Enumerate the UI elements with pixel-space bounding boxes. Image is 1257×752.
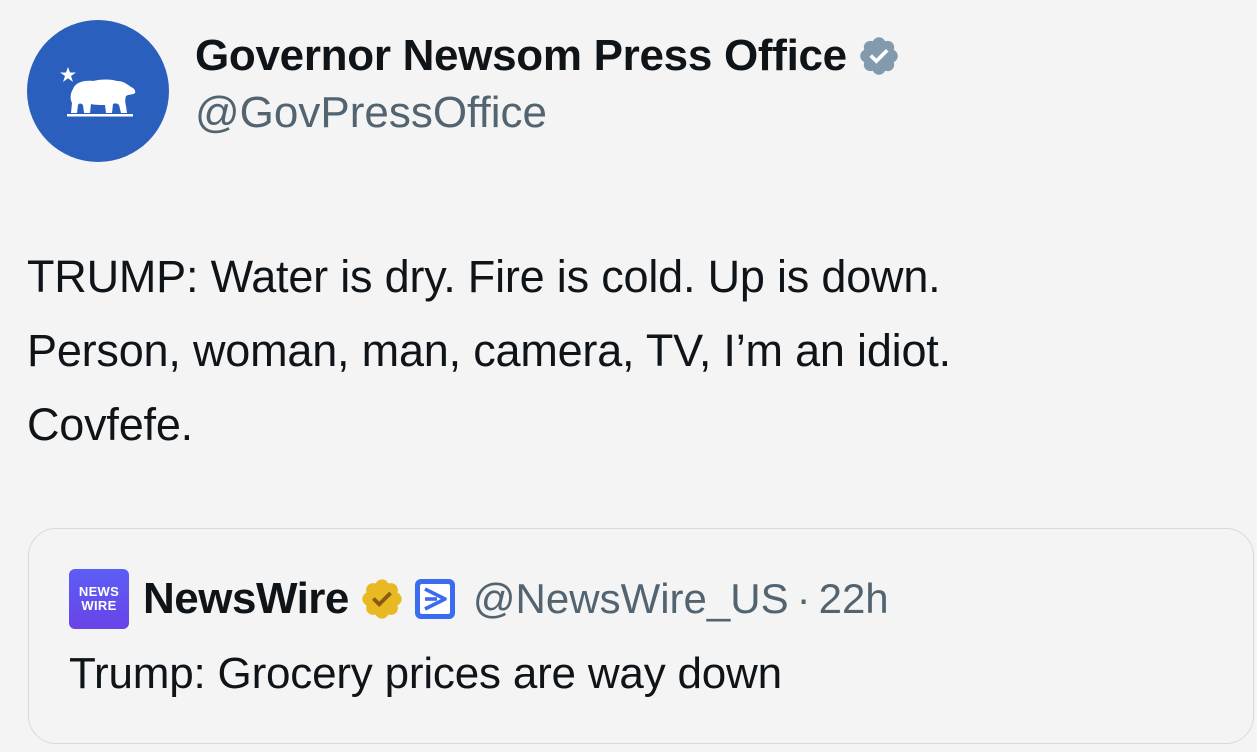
author-name-row: Governor Newsom Press Office bbox=[195, 30, 901, 82]
author-display-name[interactable]: Governor Newsom Press Office bbox=[195, 30, 847, 82]
quoted-avatar-text: NEWS bbox=[78, 584, 120, 599]
quoted-author-handle[interactable]: @NewsWire_US bbox=[473, 575, 789, 623]
tweet-header: Governor Newsom Press Office @GovPressOf… bbox=[27, 20, 901, 162]
verified-badge-icon[interactable] bbox=[857, 34, 901, 78]
author-names: Governor Newsom Press Office @GovPressOf… bbox=[195, 30, 901, 142]
tweet-line: Covfefe. bbox=[27, 399, 193, 450]
gold-verified-badge-icon[interactable] bbox=[359, 576, 405, 622]
quoted-avatar-text: WIRE bbox=[81, 598, 117, 613]
affiliate-badge-icon[interactable] bbox=[411, 575, 459, 623]
separator-dot: · bbox=[796, 575, 811, 622]
quoted-tweet-card[interactable]: NEWS WIRE NewsWire @NewsWire_US · 22h Tr… bbox=[28, 528, 1254, 744]
quoted-author-avatar[interactable]: NEWS WIRE bbox=[69, 569, 129, 629]
tweet-line: TRUMP: Water is dry. Fire is cold. Up is… bbox=[27, 251, 941, 302]
california-bear-star-icon bbox=[60, 67, 136, 117]
tweet-text: TRUMP: Water is dry. Fire is cold. Up is… bbox=[27, 240, 1227, 462]
author-handle[interactable]: @GovPressOffice bbox=[195, 84, 901, 142]
quoted-tweet-header: NEWS WIRE NewsWire @NewsWire_US · 22h bbox=[69, 569, 889, 629]
quoted-tweet-text: Trump: Grocery prices are way down bbox=[69, 649, 782, 698]
quoted-tweet-timestamp[interactable]: 22h bbox=[819, 575, 889, 623]
tweet-line: Person, woman, man, camera, TV, I’m an i… bbox=[27, 325, 951, 376]
author-avatar[interactable] bbox=[27, 20, 169, 162]
quoted-author-name[interactable]: NewsWire bbox=[143, 574, 349, 624]
